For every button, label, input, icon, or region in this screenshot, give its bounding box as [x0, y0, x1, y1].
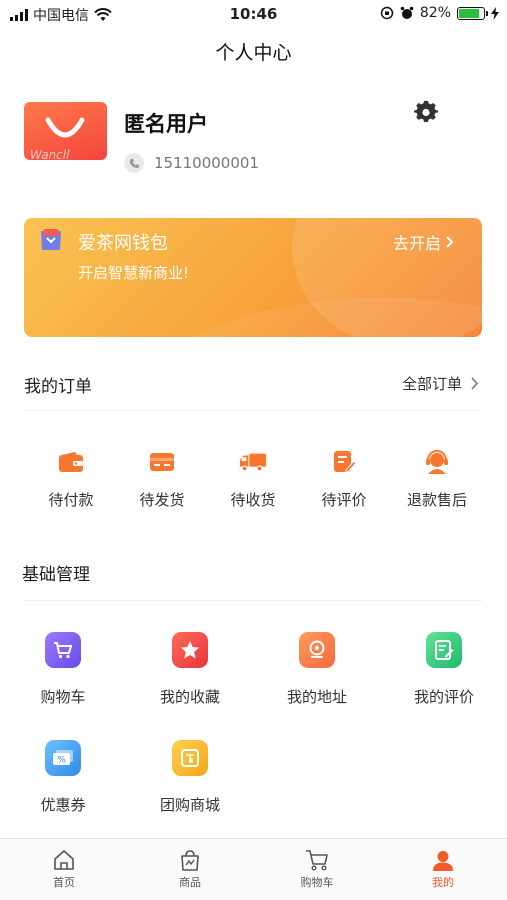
- orders-section-title: 我的订单: [24, 377, 92, 397]
- grid-label: 团购商城: [159, 796, 220, 814]
- tab-label: 商品: [179, 876, 201, 889]
- wallet-subtitle: 开启智慧新商业!: [78, 264, 190, 282]
- battery-icon: [457, 6, 488, 20]
- username: 匿名用户: [124, 112, 208, 136]
- wallet-icon: [57, 448, 85, 476]
- order-pending-review[interactable]: 待评价: [303, 448, 385, 510]
- order-pending-shipment[interactable]: 待发货: [121, 448, 203, 510]
- order-label: 待评价: [321, 491, 367, 509]
- grid-cart[interactable]: 购物车: [8, 632, 118, 707]
- phone-number: 15110000001: [154, 154, 259, 172]
- comment-icon: [426, 632, 462, 668]
- tab-bar: 首页 商品 购物车 我的: [0, 838, 507, 900]
- wallet-open-button[interactable]: 去开启: [393, 230, 454, 254]
- grid-label: 购物车: [40, 688, 86, 706]
- group-buy-icon: [172, 740, 208, 776]
- chevron-right-icon: [446, 236, 454, 248]
- order-pending-receipt[interactable]: 待收货: [212, 448, 294, 510]
- goods-icon: [181, 850, 199, 871]
- grid-label: 我的评价: [413, 688, 474, 706]
- wallet-title: 爱茶网钱包: [78, 233, 168, 254]
- truck-icon: [239, 448, 267, 476]
- user-icon: [433, 851, 453, 871]
- chevron-right-icon: [471, 377, 479, 390]
- grid-favorites[interactable]: 我的收藏: [135, 632, 245, 707]
- phone-row: 15110000001: [124, 153, 259, 173]
- avatar-logo-text: Wancll: [30, 148, 70, 160]
- divider: [24, 410, 482, 411]
- tab-goods[interactable]: 商品: [140, 849, 240, 890]
- order-refund-service[interactable]: 退款售后: [396, 448, 478, 510]
- page-title: 个人中心: [215, 42, 292, 64]
- cart-icon: [45, 632, 81, 668]
- status-right: 82%: [380, 5, 499, 21]
- tab-label: 购物车: [300, 876, 334, 889]
- alarm-icon: [400, 6, 414, 19]
- tab-label: 首页: [53, 876, 75, 889]
- home-icon: [54, 850, 74, 870]
- grid-address[interactable]: 我的地址: [262, 632, 372, 707]
- status-bar: 中国电信 10:46 82%: [0, 0, 507, 28]
- cart-icon: [306, 850, 328, 871]
- wallet-open-label: 去开启: [392, 234, 441, 253]
- grid-group-buy[interactable]: 团购商城: [135, 740, 245, 815]
- battery-percent: 82%: [419, 5, 451, 21]
- all-orders-label: 全部订单: [401, 375, 462, 393]
- svg-text:%: %: [57, 756, 66, 766]
- coupon-icon: %: [45, 740, 81, 776]
- grid-label: 我的地址: [286, 688, 347, 706]
- location-icon: [299, 632, 335, 668]
- grid-coupons[interactable]: % 优惠券: [8, 740, 118, 815]
- all-orders-link[interactable]: 全部订单: [402, 373, 479, 394]
- review-icon: [330, 448, 358, 476]
- service-icon: [423, 448, 451, 476]
- order-label: 待付款: [48, 491, 94, 509]
- gear-icon[interactable]: [414, 100, 438, 124]
- order-pending-payment[interactable]: 待付款: [30, 448, 112, 510]
- order-label: 退款售后: [406, 491, 467, 509]
- grid-label: 优惠券: [40, 796, 86, 814]
- phone-icon: [124, 153, 144, 173]
- charging-icon: [491, 6, 499, 20]
- rotation-lock-icon: [380, 6, 394, 20]
- card-icon: [148, 448, 176, 476]
- grid-label: 我的收藏: [159, 688, 220, 706]
- tab-home[interactable]: 首页: [14, 849, 114, 890]
- avatar[interactable]: Wancll: [24, 102, 107, 160]
- star-icon: [172, 632, 208, 668]
- tab-label: 我的: [432, 876, 454, 889]
- order-label: 待收货: [230, 491, 276, 509]
- wallet-decoration: [144, 298, 482, 337]
- grid-reviews[interactable]: 我的评价: [389, 632, 499, 707]
- tab-cart[interactable]: 购物车: [267, 849, 367, 890]
- wallet-banner[interactable]: 爱茶网钱包 开启智慧新商业! 去开启: [24, 218, 482, 337]
- order-label: 待发货: [139, 491, 185, 509]
- basic-section-title: 基础管理: [22, 565, 90, 585]
- wallet-bag-icon: [41, 229, 61, 250]
- tab-me[interactable]: 我的: [393, 849, 493, 890]
- divider: [24, 600, 482, 601]
